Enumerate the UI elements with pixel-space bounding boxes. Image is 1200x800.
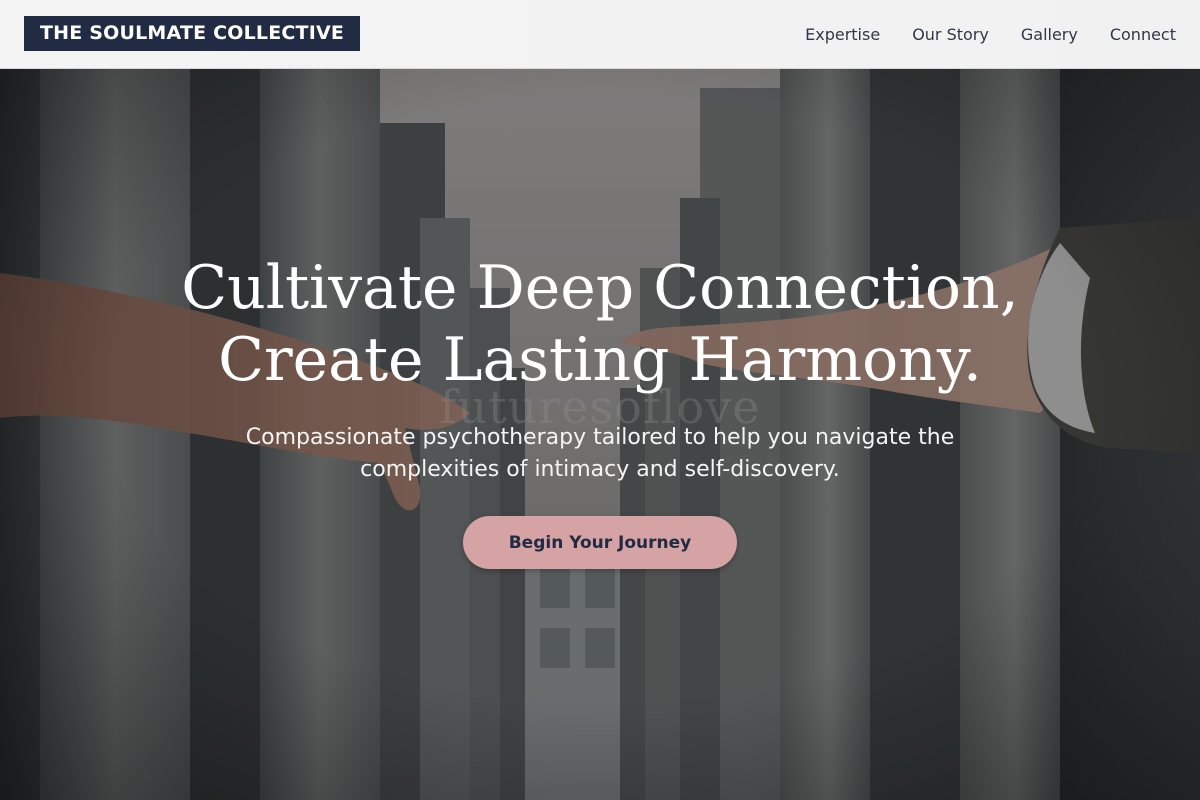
hero-subtitle: Compassionate psychotherapy tailored to … — [245, 425, 955, 482]
hero-content: Cultivate Deep Connection, Create Lastin… — [0, 252, 1200, 569]
nav-link-gallery[interactable]: Gallery — [1021, 25, 1078, 44]
hero-title-line-2: Create Lasting Harmony. — [218, 325, 982, 395]
main-nav: Expertise Our Story Gallery Connect — [805, 0, 1176, 68]
brand-logo[interactable]: THE SOULMATE COLLECTIVE — [24, 16, 361, 51]
hero-title-line-1: Cultivate Deep Connection, — [181, 253, 1019, 323]
nav-link-connect[interactable]: Connect — [1110, 25, 1176, 44]
hero-title: Cultivate Deep Connection, Create Lastin… — [0, 252, 1200, 396]
nav-link-our-story[interactable]: Our Story — [912, 25, 989, 44]
page: THE SOULMATE COLLECTIVE Expertise Our St… — [0, 0, 1200, 800]
hero-section: futuresoflove Cultivate Deep Connection,… — [0, 68, 1200, 800]
site-header: THE SOULMATE COLLECTIVE Expertise Our St… — [0, 0, 1200, 69]
nav-link-expertise[interactable]: Expertise — [805, 25, 880, 44]
begin-journey-button[interactable]: Begin Your Journey — [463, 516, 737, 569]
